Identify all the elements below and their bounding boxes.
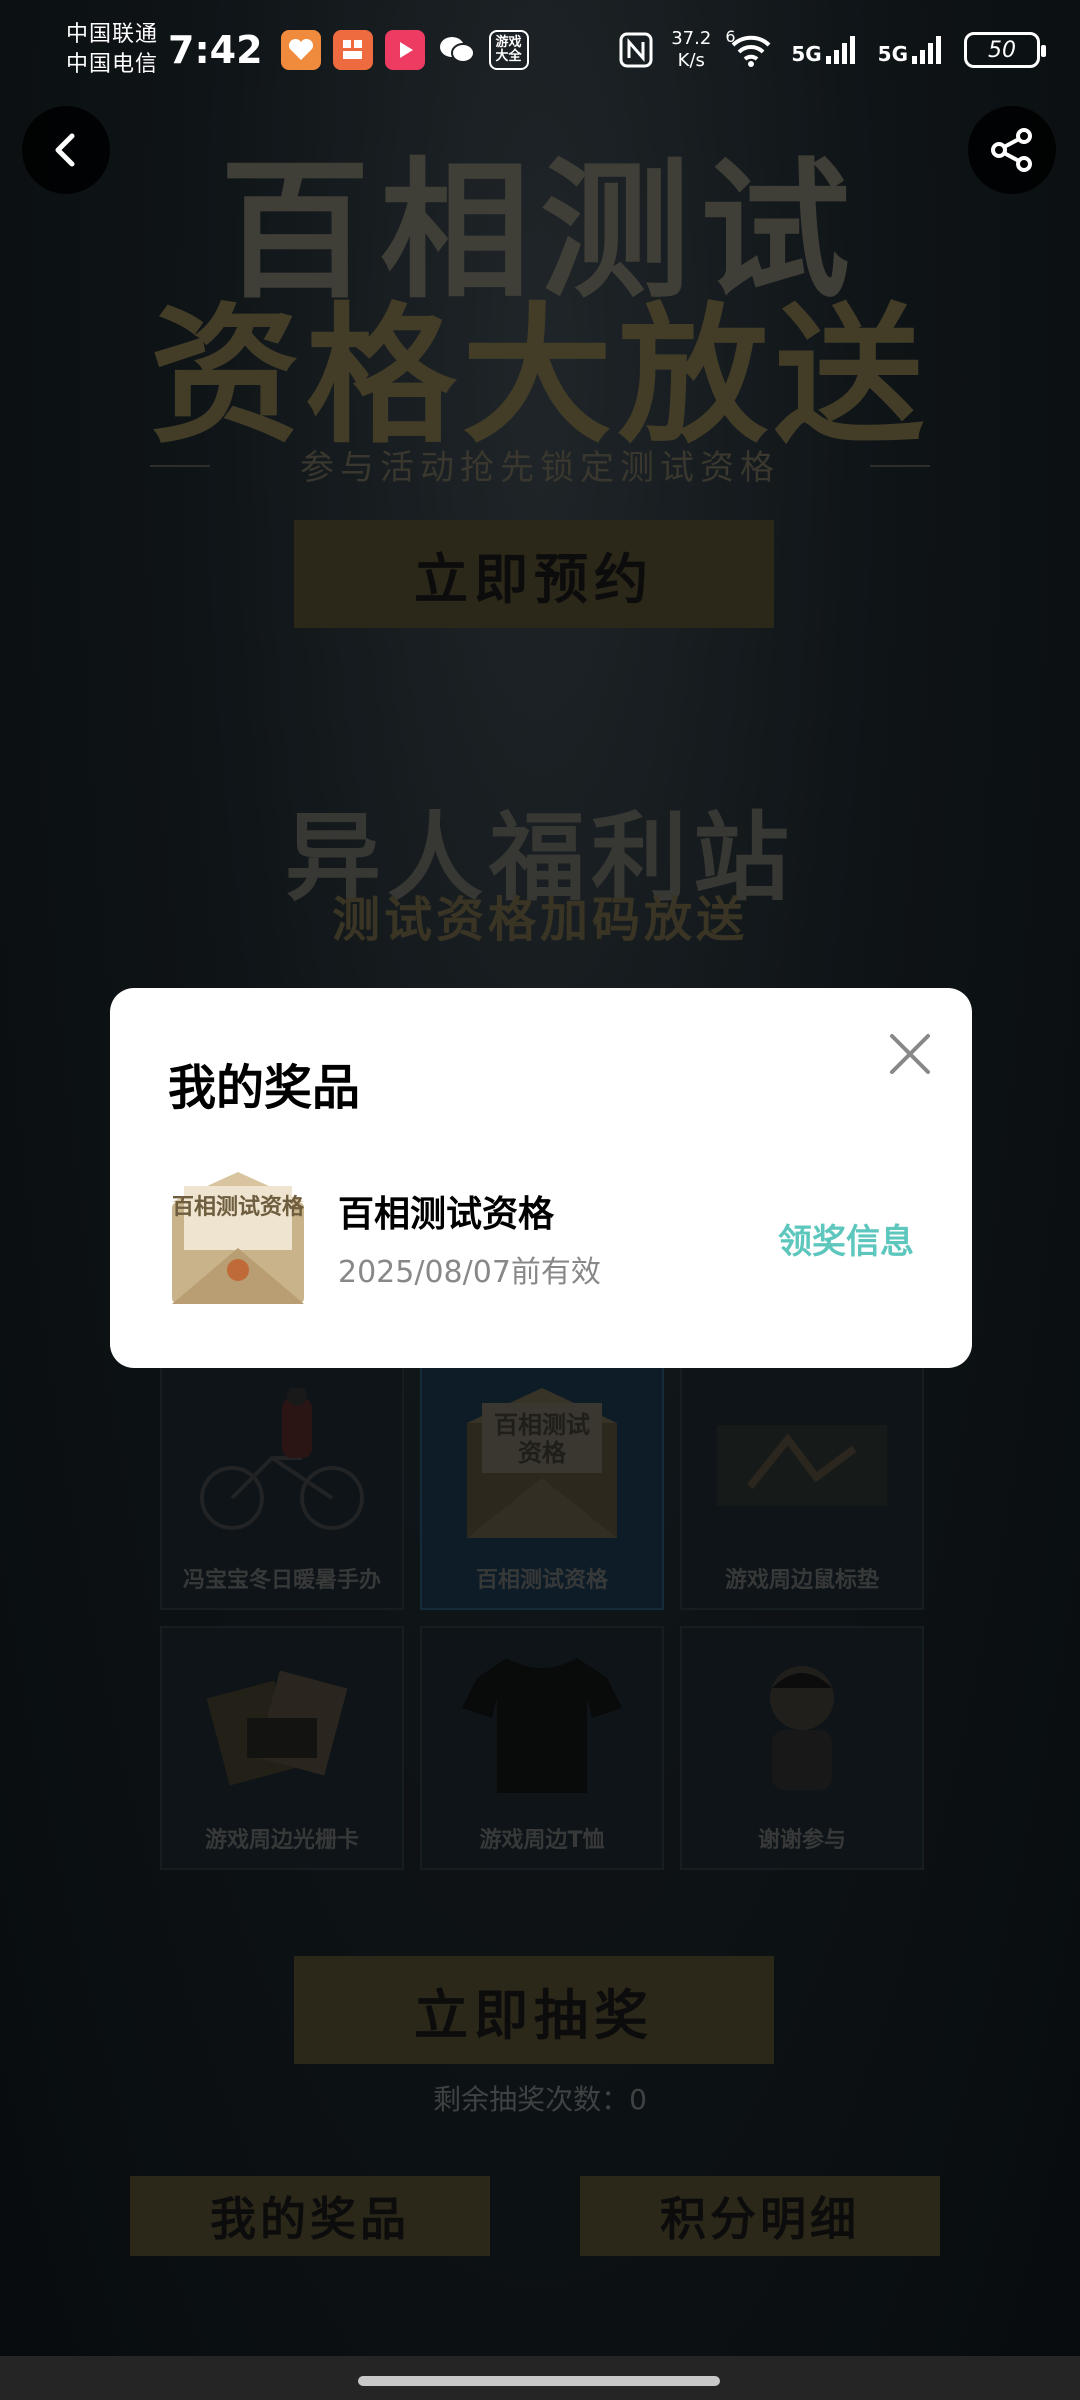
- battery-indicator: 50: [964, 32, 1046, 68]
- prize-envelope-image: 百相测试资格: [168, 1168, 308, 1308]
- nfc-icon: [619, 32, 653, 68]
- notification-icons: 游戏大全: [280, 30, 529, 70]
- wifi-indicator: 6: [725, 27, 773, 67]
- share-button[interactable]: [968, 106, 1056, 194]
- prize-details: 百相测试资格 2025/08/07前有效: [338, 1185, 601, 1291]
- chevron-left-icon: [55, 133, 75, 167]
- dialog-title: 我的奖品: [168, 1060, 361, 1116]
- carrier-names: 中国联通 中国电信: [66, 20, 158, 80]
- close-icon: [890, 1034, 930, 1074]
- carrier-2: 中国电信: [66, 52, 159, 77]
- game-app-icon: 游戏大全: [488, 30, 529, 70]
- home-gesture-handle[interactable]: [358, 2376, 720, 2386]
- signal-2: 5G: [878, 34, 946, 66]
- wifi-icon: [731, 35, 771, 67]
- claim-info-link[interactable]: 领奖信息: [778, 1214, 914, 1263]
- close-button[interactable]: [880, 1024, 940, 1084]
- speed-unit: K/s: [677, 50, 705, 71]
- signal-1: 5G: [791, 34, 859, 66]
- envelope-text: 百相测试资格: [172, 1194, 305, 1220]
- app-play-icon: [384, 30, 425, 70]
- prize-entry: 百相测试资格 百相测试资格 2025/08/07前有效 领奖信息: [168, 1168, 914, 1308]
- speed-value: 37.2: [671, 28, 712, 49]
- clock: 7:42: [168, 28, 263, 72]
- signal-2-label: 5G: [877, 42, 908, 66]
- wechat-icon: [437, 30, 477, 70]
- app-heart-icon: [280, 30, 321, 70]
- wifi-6-label: 6: [725, 27, 736, 46]
- signal-bars-icon: [912, 36, 941, 64]
- network-speed: 37.2 K/s: [671, 28, 711, 72]
- status-bar: 中国联通 中国电信 7:42 游戏大全 37.2 K/s 6 5G 5G 50: [0, 0, 1080, 100]
- signal-bars-icon: [825, 36, 855, 64]
- activity-page: 中国联通 中国电信 7:42 游戏大全 37.2 K/s 6 5G 5G 50 …: [0, 0, 1080, 2400]
- system-nav-bar: [0, 2356, 1080, 2400]
- prize-expiry: 2025/08/07前有效: [338, 1255, 601, 1290]
- app-kuaishou-icon: [332, 30, 373, 70]
- carrier-1: 中国联通: [66, 22, 159, 47]
- my-prizes-dialog: 我的奖品 百相测试资格 百相测试资格 2025/08/07前有效 领奖信息: [110, 988, 972, 1368]
- status-right: 37.2 K/s 6 5G 5G 50: [619, 27, 1046, 72]
- back-button[interactable]: [22, 106, 110, 194]
- signal-1-label: 5G: [791, 42, 822, 66]
- share-icon: [991, 128, 1032, 172]
- prize-name: 百相测试资格: [338, 1194, 555, 1235]
